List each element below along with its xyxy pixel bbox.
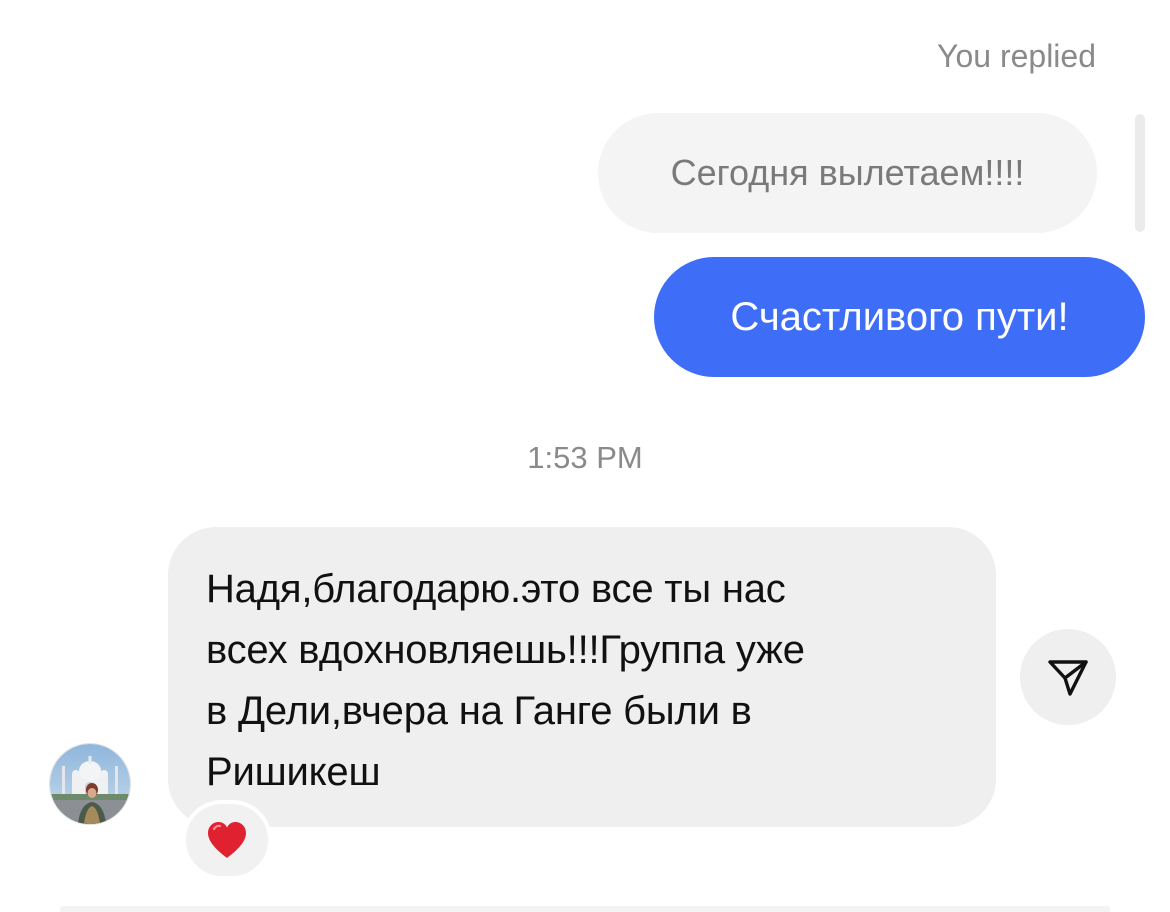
chat-thread: You replied Сегодня вылетаем!!!! Счастли… xyxy=(0,0,1170,912)
received-message-line: Надя,благодарю.это все ты нас xyxy=(206,567,786,611)
quoted-message-bubble[interactable]: Сегодня вылетаем!!!! xyxy=(598,113,1097,233)
sent-message-text: Счастливого пути! xyxy=(730,294,1069,339)
received-message-line: всех вдохновляешь!!!Группа уже xyxy=(206,628,805,672)
sender-avatar[interactable] xyxy=(49,743,131,825)
quoted-message-text: Сегодня вылетаем!!!! xyxy=(670,152,1025,193)
message-timestamp: 1:53 PM xyxy=(527,440,643,475)
received-message-text: Надя,благодарю.это все ты нас всех вдохн… xyxy=(206,559,956,803)
received-message-line: Ришикеш xyxy=(206,750,381,794)
composer-edge xyxy=(60,906,1110,912)
avatar-photo xyxy=(50,744,130,824)
paper-plane-icon xyxy=(1048,660,1088,696)
received-message-line: в Дели,вчера на Ганге были в xyxy=(206,689,752,733)
share-button[interactable] xyxy=(1020,629,1116,725)
replied-label: You replied xyxy=(937,38,1096,74)
message-reaction[interactable] xyxy=(182,800,272,880)
received-message-bubble[interactable]: Надя,благодарю.это все ты нас всех вдохн… xyxy=(168,527,996,827)
scroll-indicator[interactable] xyxy=(1135,114,1145,232)
red-heart-icon xyxy=(208,822,246,858)
sent-message-bubble[interactable]: Счастливого пути! xyxy=(654,257,1145,377)
